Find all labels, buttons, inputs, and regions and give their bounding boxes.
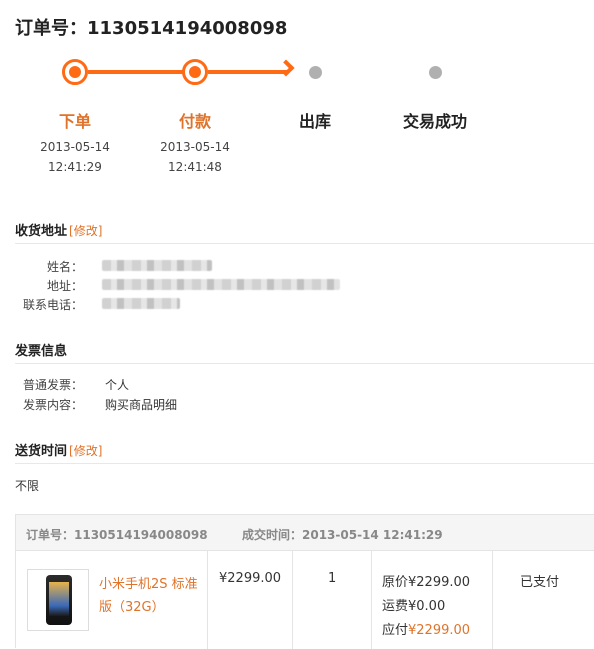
phone-image-icon xyxy=(46,575,72,625)
address-label: 地址： xyxy=(46,279,83,293)
table-order-number: 订单号：1130514194008098 xyxy=(26,528,208,542)
table-deal-time: 成交时间：2013-05-14 12:41:29 xyxy=(242,528,443,542)
column-divider xyxy=(371,551,372,649)
step-order-label: 下单 xyxy=(58,112,91,131)
product-thumbnail[interactable] xyxy=(27,569,89,631)
step-order-time: 12:41:29 xyxy=(48,160,102,174)
order-table-header: 订单号：1130514194008098 成交时间：2013-05-14 12:… xyxy=(16,515,594,551)
delivery-title: 送货时间 xyxy=(15,444,68,459)
step-ship-dot xyxy=(309,66,322,79)
step-pay-date: 2013-05-14 xyxy=(160,140,230,154)
payable-value: ¥2299.00 xyxy=(408,623,471,638)
phone-label: 联系电话： xyxy=(22,298,83,312)
step-order-node xyxy=(62,59,88,85)
phone-screen xyxy=(49,582,69,616)
order-table: 订单号：1130514194008098 成交时间：2013-05-14 12:… xyxy=(15,514,594,649)
order-progress: 下单 付款 出库 交易成功 2013-05-14 12:41:29 2013-0… xyxy=(0,0,594,190)
progress-bar-segment-1 xyxy=(88,70,184,74)
step-order-date: 2013-05-14 xyxy=(40,140,110,154)
delivery-edit-link[interactable]: [修改] xyxy=(69,444,102,458)
delivery-section-title: 送货时间 [修改] xyxy=(15,440,102,459)
address-section-title: 收货地址 [修改] xyxy=(15,220,102,239)
name-value-redacted xyxy=(102,260,212,271)
name-label: 姓名： xyxy=(46,260,83,274)
payable-label: 应付 xyxy=(382,623,409,638)
invoice-type-value: 个人 xyxy=(105,378,130,392)
invoice-content-label: 发票内容： xyxy=(22,398,83,412)
step-done-dot xyxy=(429,66,442,79)
invoice-type-label: 普通发票： xyxy=(22,378,83,392)
invoice-content-value: 购买商品明细 xyxy=(105,398,178,412)
column-divider xyxy=(207,551,208,649)
address-title: 收货地址 xyxy=(15,224,68,239)
payable-amount: 应付¥2299.00 xyxy=(382,619,470,638)
original-price: 原价¥2299.00 xyxy=(382,575,471,590)
unit-price: ¥2299.00 xyxy=(219,571,282,586)
address-edit-link[interactable]: [修改] xyxy=(69,224,102,238)
step-pay-node xyxy=(182,59,208,85)
step-done-label: 交易成功 xyxy=(402,112,467,131)
divider xyxy=(15,243,594,244)
divider xyxy=(15,463,594,464)
phone-value-redacted xyxy=(102,298,180,309)
shipping-fee: 运费¥0.00 xyxy=(382,599,446,614)
step-ship-label: 出库 xyxy=(298,112,331,131)
column-divider xyxy=(292,551,293,649)
step-pay-time: 12:41:48 xyxy=(168,160,222,174)
address-value-redacted xyxy=(102,279,340,290)
invoice-section-title: 发票信息 xyxy=(15,344,68,359)
column-divider xyxy=(492,551,493,649)
delivery-value: 不限 xyxy=(15,479,40,493)
progress-bar-segment-2 xyxy=(208,70,288,74)
divider xyxy=(15,363,594,364)
payment-status: 已支付 xyxy=(520,575,560,590)
product-name-link[interactable]: 小米手机2S 标准版（32G） xyxy=(99,573,199,619)
quantity: 1 xyxy=(328,571,337,586)
step-pay-label: 付款 xyxy=(178,112,211,131)
